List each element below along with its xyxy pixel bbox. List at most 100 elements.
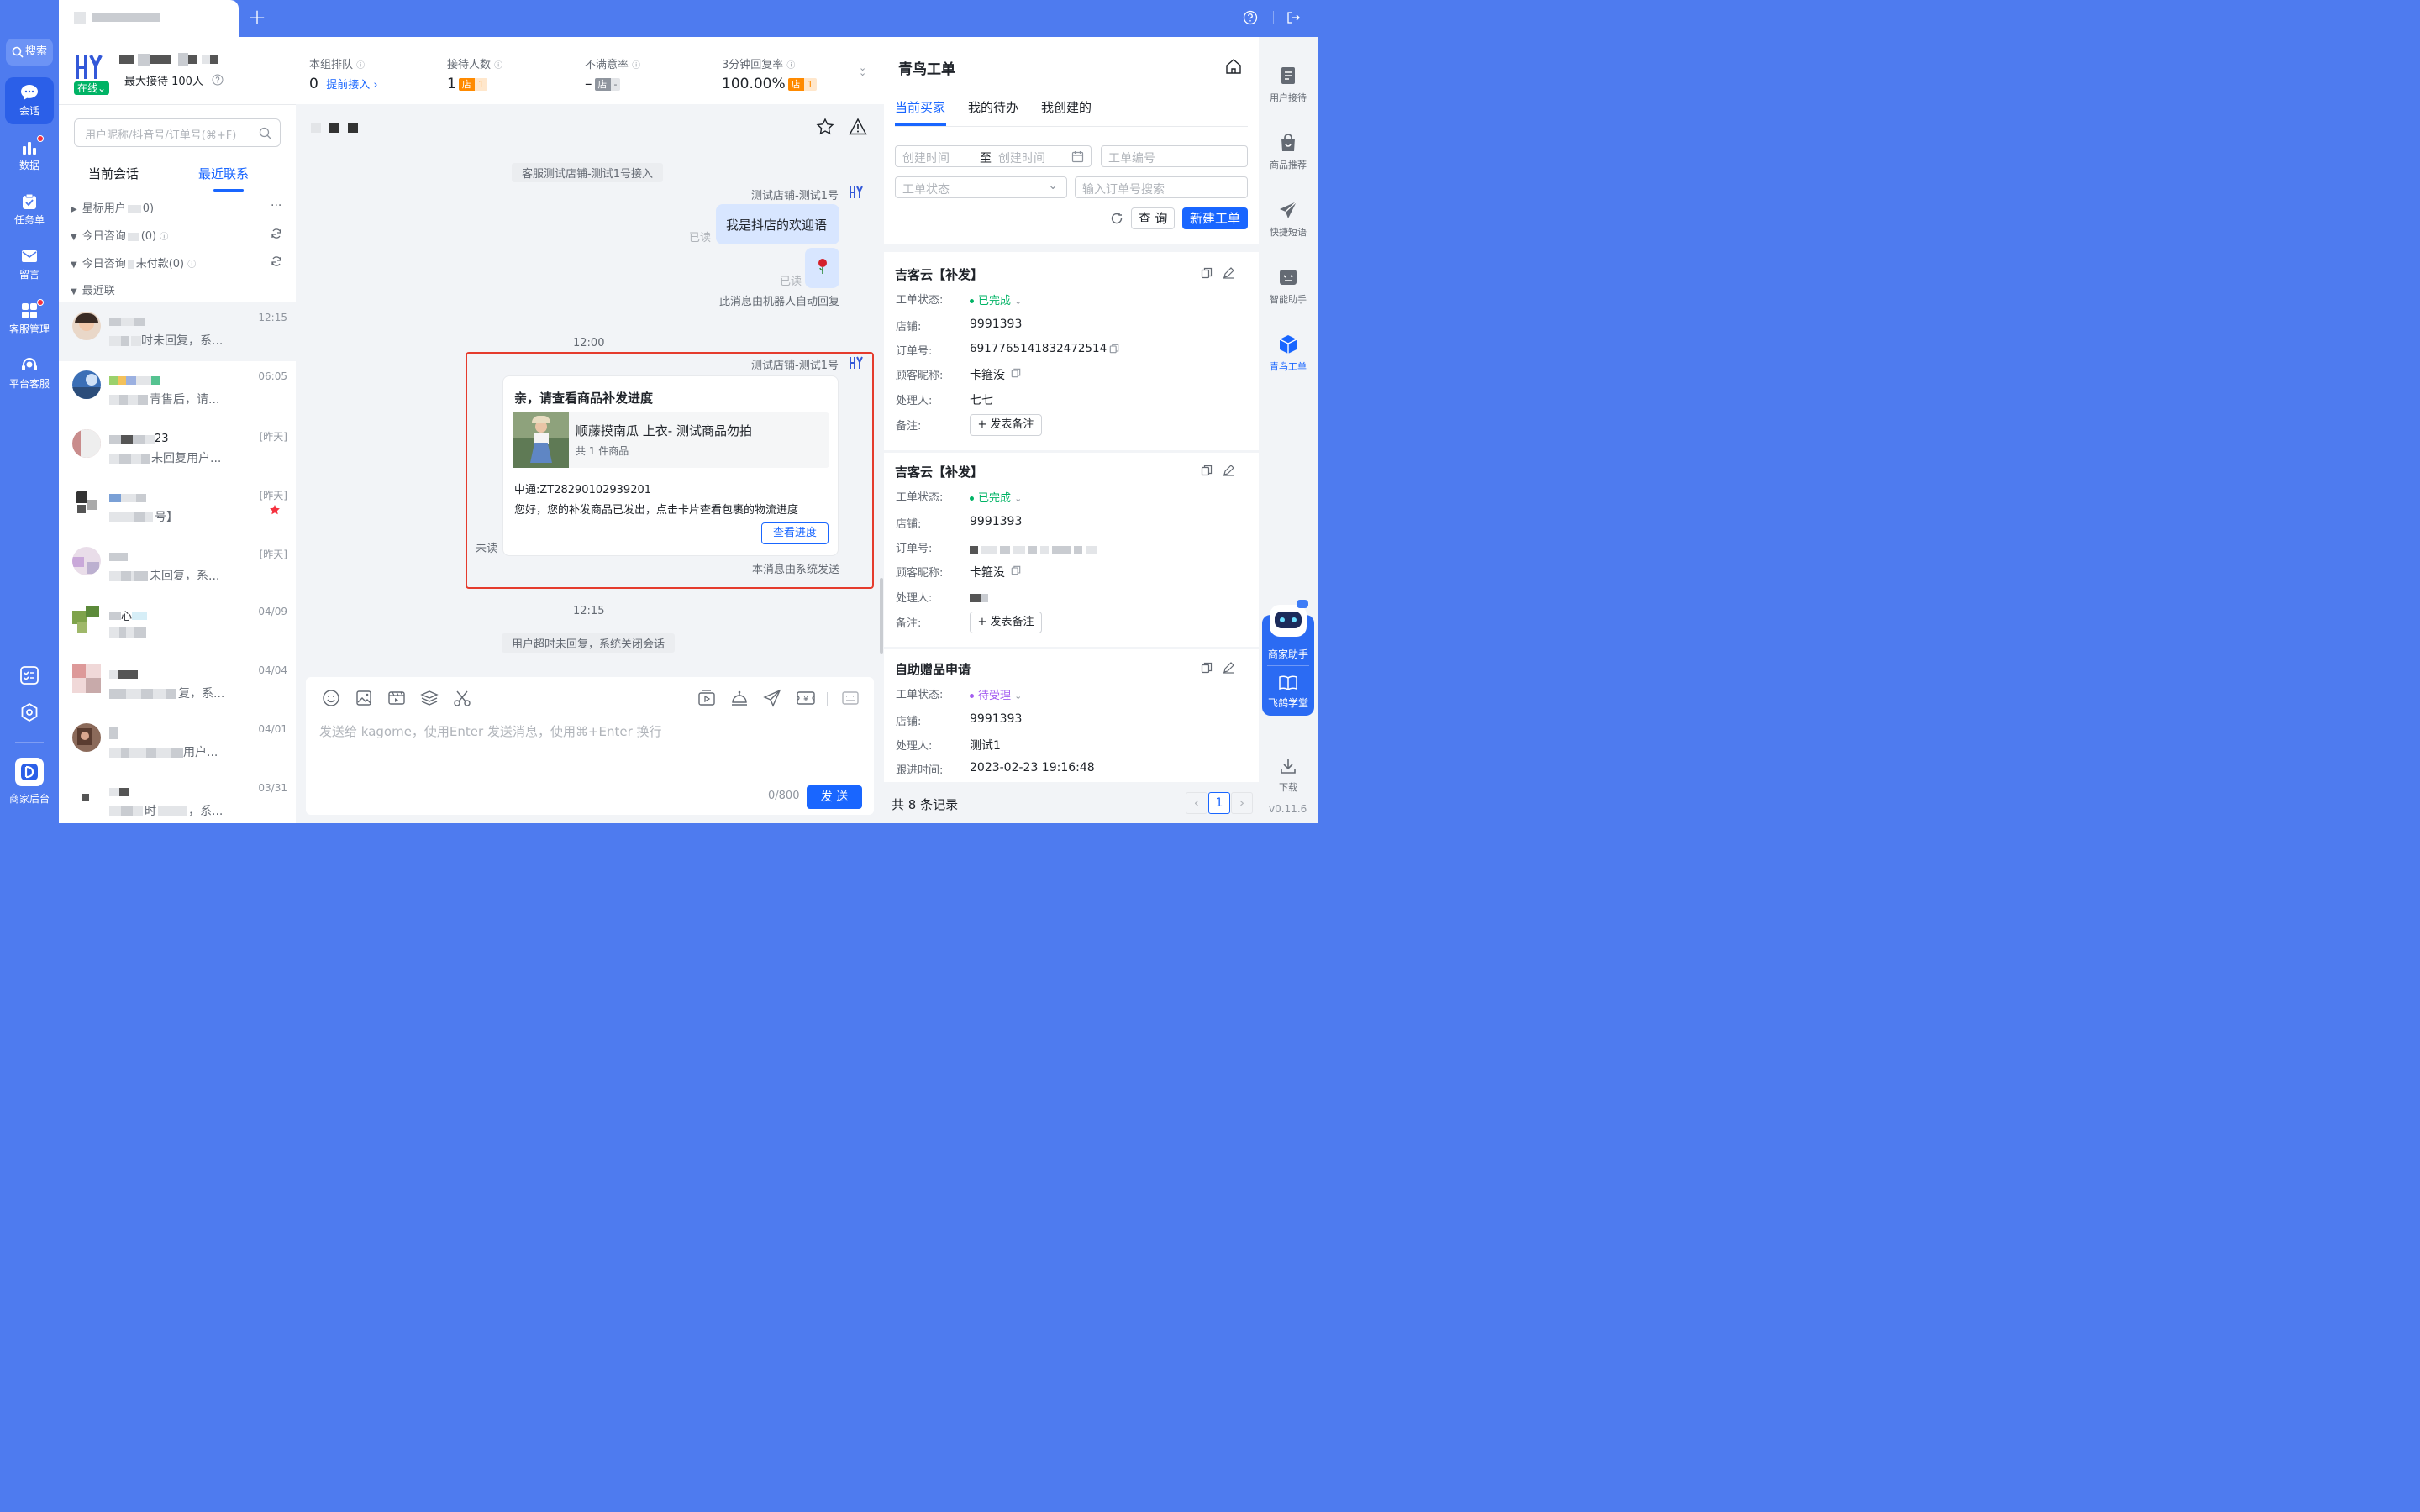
session-item[interactable]: 12:15 时未回复，系... [59,302,296,361]
add-remark-button[interactable]: + 发表备注 [970,414,1042,436]
view-progress-button[interactable]: 查看进度 [761,522,829,544]
reissue-progress-card[interactable]: 亲，请查看商品补发进度 顺藤摸南瓜 上衣- 测试商品勿拍 共 1 件商品 中通:… [502,375,839,556]
copy-icon[interactable] [1109,344,1119,354]
nav-tasks[interactable]: 任务单 [5,186,54,234]
rose-emoji-bubble[interactable] [805,248,839,288]
online-status-badge[interactable]: 在线⌄ [74,81,109,95]
service-bell-icon[interactable] [730,689,749,707]
copy-icon[interactable] [1201,465,1213,476]
video-card-icon[interactable] [697,689,716,707]
rightnav-user-reception[interactable]: 用户接待 [1259,66,1318,104]
ticket-card[interactable]: 自助赠品申请 工单状态: 待受理 ⌄ 店铺: 9991393 处理人: 测试1 … [884,649,1259,782]
tab-my-todo[interactable]: 我的待办 [968,98,1018,116]
session-item[interactable]: 心 04/09 [59,596,296,655]
session-search-input[interactable]: 用户昵称/抖音号/订单号(⌘+F) [74,118,281,147]
send-button[interactable]: 发 送 [807,785,862,809]
search-button[interactable]: 搜索 [6,39,53,66]
session-item[interactable]: 23 [昨天] 未回复用户... [59,420,296,479]
more-icon[interactable]: ··· [271,199,281,213]
nav-session[interactable]: 会话 [5,77,54,124]
session-item[interactable]: 04/04 复，系... [59,655,296,714]
help-icon[interactable] [1243,10,1258,25]
group-recent[interactable]: ▼ 最近联 [71,281,115,297]
nav-platform-cs[interactable]: 平台客服 [5,350,54,397]
ticket-status[interactable]: 待受理 ⌄ [970,686,1022,702]
query-button[interactable]: 查 询 [1131,207,1175,229]
read-receipt: 已读 [780,276,802,288]
settings-icon[interactable] [19,702,39,722]
nav-messages[interactable]: 留言 [5,241,54,288]
ticket-card[interactable]: 吉客云【补发】 工单状态: 已完成 ⌄ 店铺: 9991393 订单号: 顾客昵… [884,453,1259,647]
add-remark-button[interactable]: + 发表备注 [970,612,1042,633]
copy-icon[interactable] [1011,565,1021,575]
edit-icon[interactable] [1223,267,1234,279]
assistant-widget[interactable]: 商家助手 飞鸽学堂 [1262,600,1314,716]
logout-icon[interactable] [1286,10,1301,25]
coupon-icon[interactable]: ¥ [796,689,816,707]
ticket-status-select[interactable]: 工单状态 ⌄ [895,176,1067,198]
tab-current-sessions[interactable]: 当前会话 [88,165,139,182]
edit-icon[interactable] [1223,662,1234,674]
rightnav-download[interactable]: 下载 [1259,757,1318,794]
avatar [72,429,101,458]
home-icon[interactable] [1224,57,1243,76]
session-item[interactable]: [昨天] 未回复，系... [59,538,296,596]
rightnav-quick-phrases[interactable]: 快捷短语 [1259,200,1318,239]
copy-icon[interactable] [1011,368,1021,378]
session-item[interactable]: 06:05 青售后，请... [59,361,296,420]
refresh-icon[interactable] [271,228,282,239]
welcome-message-bubble[interactable]: 我是抖店的欢迎语 [716,204,839,244]
star-outline-icon[interactable] [816,118,834,136]
chat-scrollbar[interactable] [880,578,883,654]
follow-time: 2023-02-23 19:16:48 [970,761,1095,774]
current-page-button[interactable]: 1 [1208,792,1230,814]
scissors-icon[interactable] [453,689,471,707]
shop-id: 9991393 [970,318,1023,331]
edit-icon[interactable] [1223,465,1234,476]
image-icon[interactable] [355,689,373,707]
next-page-button[interactable]: › [1231,792,1253,814]
emoji-icon[interactable] [322,689,340,707]
message-input[interactable]: 发送给 kagome，使用Enter 发送消息，使用⌘+Enter 换行 [319,722,857,773]
todo-icon[interactable] [19,665,39,685]
refresh-icon[interactable] [1110,212,1123,225]
layers-icon[interactable] [420,689,439,707]
create-time-range-input[interactable]: 创建时间 至 创建时间 [895,145,1092,167]
group-starred[interactable]: ▶ 星标用户 0) [71,199,154,215]
ticket-status[interactable]: 已完成 ⌄ [970,489,1022,505]
warning-icon[interactable] [849,118,867,136]
keyboard-icon[interactable] [841,689,860,707]
copy-icon[interactable] [1201,267,1213,279]
ticket-number-input[interactable]: 工单编号 [1101,145,1248,167]
expand-stats-icon[interactable]: ⌄ ⌄ [859,63,866,77]
refresh-icon[interactable] [271,255,282,267]
session-item[interactable]: 03/31 时，系... [59,773,296,832]
copy-icon[interactable] [1201,662,1213,674]
tab-current-buyer[interactable]: 当前买家 [895,98,945,116]
send-link-icon[interactable] [763,689,781,707]
early-access-link[interactable]: 提前接入 › [326,79,377,92]
tab-recent-contacts[interactable]: 最近联系 [198,165,249,182]
session-item[interactable]: [昨天] 号】 [59,479,296,538]
tab-my-created[interactable]: 我创建的 [1041,98,1092,116]
session-time: [昨天] [259,431,287,443]
group-today-consult[interactable]: ▼ 今日咨询 (0) ⓘ [71,227,168,243]
merchant-backend-button[interactable]: 商家后台 [0,758,59,806]
nav-cs-manage[interactable]: 客服管理 [5,296,54,343]
nav-data[interactable]: 数据 [5,132,54,179]
new-ticket-button[interactable]: 新建工单 [1182,207,1248,229]
ticket-card[interactable]: 吉客云【补发】 工单状态: 已完成 ⌄ 店铺: 9991393 订单号: 691… [884,252,1259,450]
add-tab-button[interactable]: + [245,3,269,32]
info-icon[interactable] [212,74,224,86]
divider [59,104,296,105]
session-item[interactable]: 04/01 用户... [59,714,296,773]
prev-page-button[interactable]: ‹ [1186,792,1207,814]
rightnav-qingniao-ticket[interactable]: 青鸟工单 [1259,334,1318,373]
rightnav-product-recommend[interactable]: 商品推荐 [1259,133,1318,171]
active-shop-tab[interactable] [59,0,239,37]
rightnav-smart-assistant[interactable]: 智能助手 [1259,267,1318,306]
video-icon[interactable] [387,689,406,707]
ticket-status[interactable]: 已完成 ⌄ [970,291,1022,307]
order-search-input[interactable]: 输入订单号搜索 [1075,176,1248,198]
group-today-unpaid[interactable]: ▼ 今日咨询 未付款(0) ⓘ [71,255,196,270]
